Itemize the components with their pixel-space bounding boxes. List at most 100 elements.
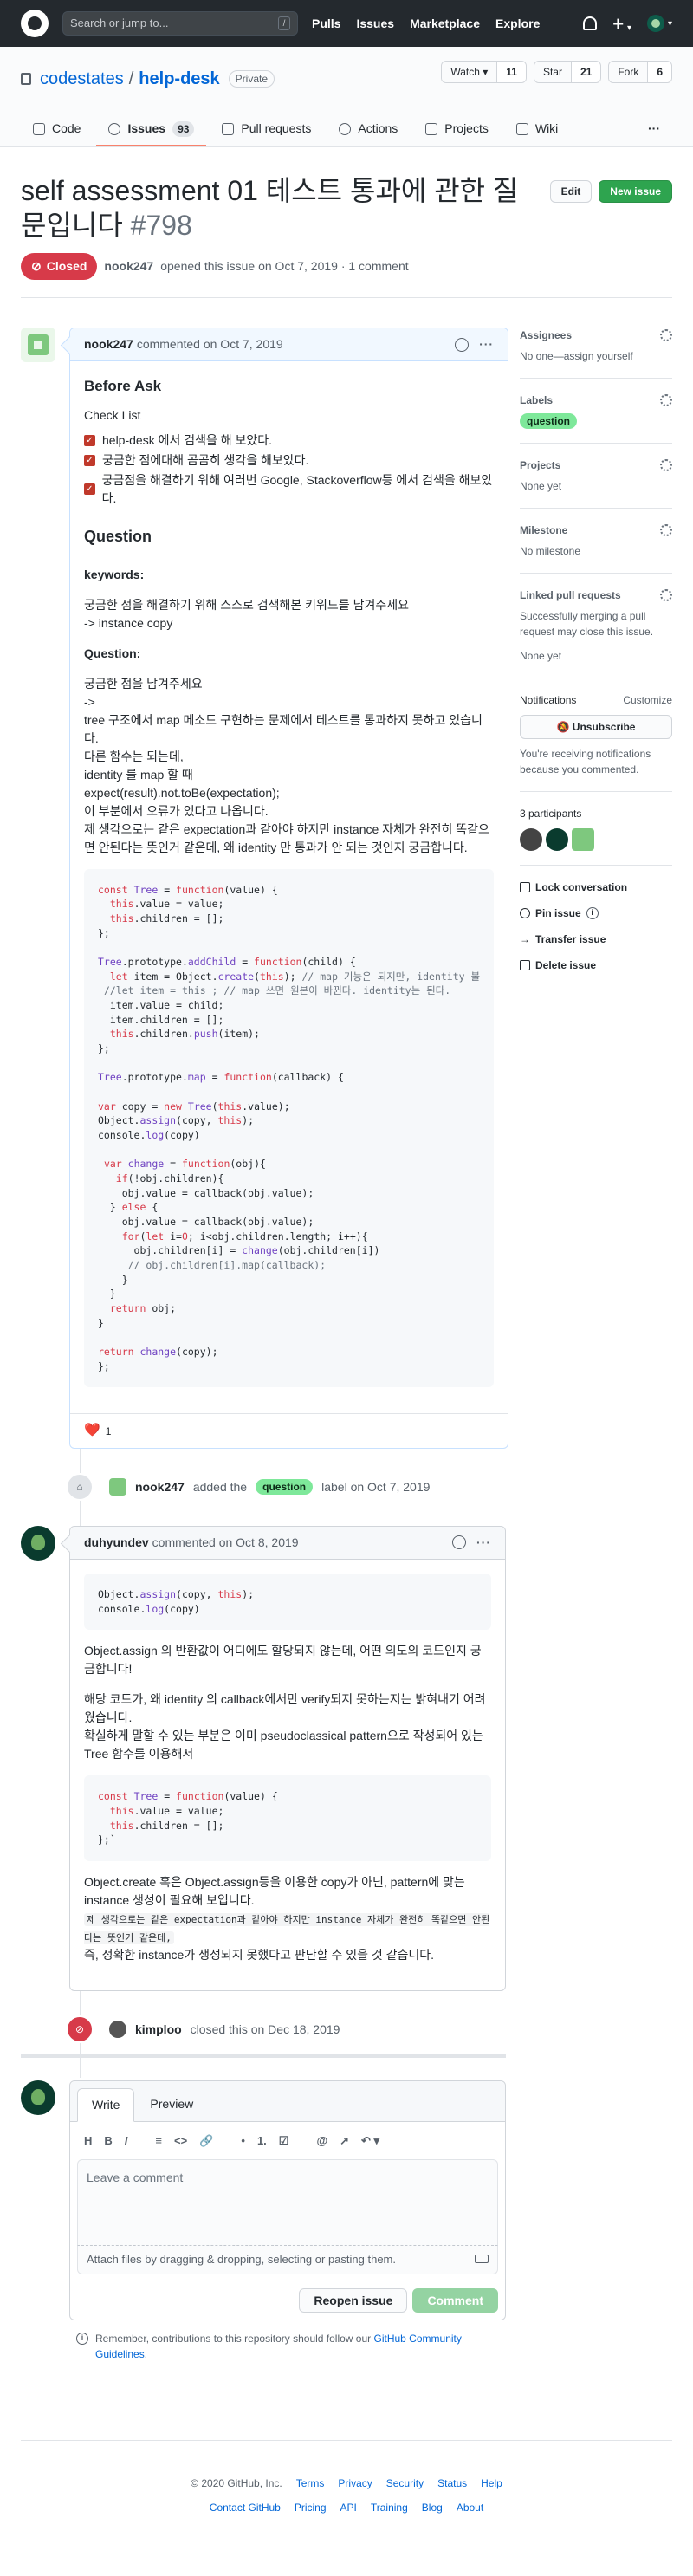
github-logo-icon[interactable] — [21, 10, 49, 37]
issue-author-link[interactable]: nook247 — [104, 257, 153, 276]
nav-issues[interactable]: Issues — [356, 15, 394, 33]
more-options-icon[interactable]: ··· — [476, 1534, 491, 1552]
footer-link-pricing[interactable]: Pricing — [295, 2500, 327, 2515]
avatar[interactable] — [109, 2021, 126, 2039]
nav-pulls[interactable]: Pulls — [312, 15, 340, 33]
delete-issue-button[interactable]: Delete issue — [520, 957, 672, 973]
repo-owner-link[interactable]: codestates — [40, 66, 124, 92]
checkbox-checked-icon[interactable]: ✓ — [84, 483, 95, 495]
bold-icon[interactable]: B — [104, 2132, 112, 2150]
mention-icon[interactable]: @ — [316, 2132, 327, 2150]
heading-icon[interactable]: H — [84, 2132, 92, 2150]
tab-write[interactable]: Write — [77, 2087, 135, 2122]
event-actor[interactable]: nook247 — [135, 1478, 185, 1496]
pin-issue-button[interactable]: Pin issue i — [520, 905, 672, 921]
footer-link-blog[interactable]: Blog — [422, 2500, 443, 2515]
user-menu[interactable]: ▾ — [646, 15, 672, 32]
footer-link-help[interactable]: Help — [481, 2475, 502, 2491]
task-list-icon[interactable]: ☑ — [279, 2132, 289, 2150]
transfer-issue-button[interactable]: → Transfer issue — [520, 931, 672, 947]
add-reaction-icon[interactable] — [452, 1535, 466, 1550]
new-issue-button[interactable]: New issue — [599, 180, 672, 203]
saved-replies-icon[interactable]: ↶ ▾ — [361, 2132, 379, 2150]
watch-button[interactable]: Watch ▾ 11 — [441, 61, 527, 83]
comment-author[interactable]: nook247 — [84, 335, 133, 354]
tab-wiki[interactable]: Wiki — [504, 113, 570, 146]
label-badge[interactable]: question — [520, 413, 577, 429]
sidebar-milestone: Milestone No milestone — [520, 522, 672, 574]
nav-marketplace[interactable]: Marketplace — [410, 15, 480, 33]
customize-link[interactable]: Customize — [623, 692, 672, 708]
cross-reference-icon[interactable]: ↗ — [340, 2132, 349, 2150]
code-icon[interactable]: <> — [174, 2132, 187, 2150]
gear-icon[interactable] — [660, 589, 672, 601]
heart-reaction-button[interactable]: ❤️ 1 — [84, 1421, 111, 1441]
reopen-issue-button[interactable]: Reopen issue — [299, 2287, 408, 2313]
tab-actions[interactable]: Actions — [327, 113, 410, 146]
fork-count[interactable]: 6 — [647, 62, 671, 82]
footer-link-terms[interactable]: Terms — [296, 2475, 325, 2491]
tab-preview[interactable]: Preview — [136, 2088, 207, 2121]
avatar[interactable] — [21, 1525, 55, 1561]
file-attachment-bar[interactable]: Attach files by dragging & dropping, sel… — [77, 2246, 498, 2274]
avatar[interactable] — [546, 828, 568, 851]
fork-button[interactable]: Fork 6 — [608, 61, 672, 83]
timeline-comment: duhyundev commented on Oct 8, 2019 ··· O… — [21, 1525, 506, 1991]
avatar[interactable] — [520, 828, 542, 851]
sidebar-participants: 3 participants — [520, 806, 672, 866]
avatar[interactable] — [21, 328, 55, 362]
markdown-icon[interactable] — [475, 2255, 489, 2264]
label-badge[interactable]: question — [256, 1479, 314, 1496]
comment-date[interactable]: commented on Oct 8, 2019 — [152, 1534, 299, 1552]
tab-issues[interactable]: Issues 93 — [96, 113, 207, 146]
bulleted-list-icon[interactable]: • — [241, 2132, 245, 2150]
action-label: Lock conversation — [535, 881, 628, 893]
gear-icon[interactable] — [660, 394, 672, 406]
watch-count[interactable]: 11 — [496, 62, 526, 82]
notifications-bell-icon[interactable] — [583, 16, 598, 30]
footer-link-training[interactable]: Training — [371, 2500, 408, 2515]
assign-yourself-link[interactable]: No one—assign yourself — [520, 348, 672, 364]
avatar[interactable] — [572, 828, 594, 851]
nav-explore[interactable]: Explore — [495, 15, 540, 33]
footer-link-status[interactable]: Status — [437, 2475, 467, 2491]
footer-link-security[interactable]: Security — [386, 2475, 424, 2491]
gear-icon[interactable] — [660, 459, 672, 471]
quote-icon[interactable]: ≡ — [155, 2132, 162, 2150]
star-button[interactable]: Star 21 — [533, 61, 602, 83]
numbered-list-icon[interactable]: 1. — [257, 2132, 267, 2150]
status-label: Closed — [46, 259, 87, 273]
comment-author[interactable]: duhyundev — [84, 1534, 149, 1552]
add-reaction-icon[interactable] — [455, 337, 470, 352]
footer-link-about[interactable]: About — [457, 2500, 483, 2515]
info-icon[interactable]: i — [586, 907, 599, 919]
footer-link-contact[interactable]: Contact GitHub — [210, 2500, 281, 2515]
repo-name-link[interactable]: help-desk — [139, 66, 219, 92]
comment-button[interactable]: Comment — [412, 2287, 498, 2313]
footer-link-api[interactable]: API — [340, 2500, 357, 2515]
avatar[interactable] — [109, 1478, 126, 1496]
italic-icon[interactable]: I — [125, 2132, 128, 2150]
question-line: 제 생각으로는 같은 expectation과 같아야 하지만 instance… — [84, 821, 489, 854]
comment-date[interactable]: commented on Oct 7, 2019 — [137, 335, 283, 354]
gear-icon[interactable] — [660, 524, 672, 536]
checkbox-checked-icon[interactable]: ✓ — [84, 454, 95, 466]
edit-button[interactable]: Edit — [549, 180, 593, 203]
event-actor[interactable]: kimploo — [135, 2021, 182, 2039]
link-icon[interactable]: 🔗 — [199, 2132, 213, 2150]
more-tabs-button[interactable]: ··· — [636, 113, 672, 146]
star-count[interactable]: 21 — [570, 62, 601, 82]
footer-link-privacy[interactable]: Privacy — [338, 2475, 372, 2491]
unsubscribe-button[interactable]: 🔕 Unsubscribe — [520, 715, 672, 739]
tab-projects[interactable]: Projects — [413, 113, 501, 146]
search-input[interactable]: Search or jump to... / — [62, 11, 298, 36]
checkbox-checked-icon[interactable]: ✓ — [84, 434, 95, 446]
gear-icon[interactable] — [660, 329, 672, 341]
comment-textarea[interactable]: Leave a comment — [77, 2159, 498, 2247]
lock-conversation-button[interactable]: Lock conversation — [520, 879, 672, 895]
tab-pull-requests[interactable]: Pull requests — [210, 113, 323, 146]
more-options-icon[interactable]: ··· — [479, 335, 494, 354]
tab-code[interactable]: Code — [21, 113, 93, 146]
create-new-button[interactable]: + ▾ — [612, 10, 631, 38]
avatar[interactable] — [21, 2080, 55, 2115]
